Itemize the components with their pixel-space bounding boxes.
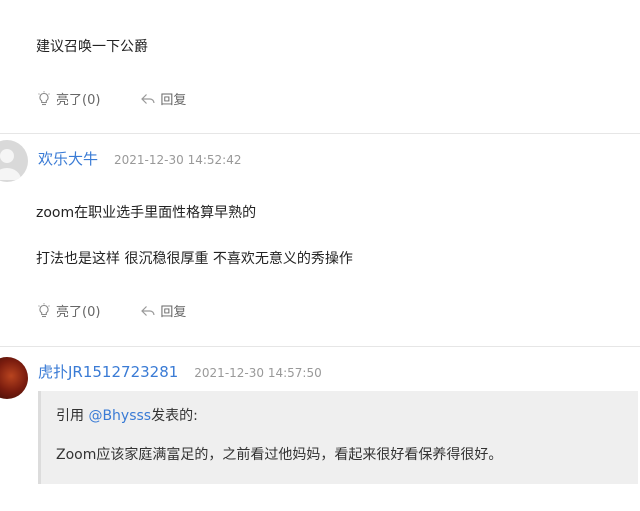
like-label: 亮了(0) (56, 93, 101, 108)
comment-meta: 虎扑JR1512723281 2021-12-30 14:57:50 (38, 361, 322, 382)
lightbulb-icon (38, 302, 50, 317)
quote-text: Zoom应该家庭满富足的，之前看过他妈妈，看起来很好看保养得很好。 (56, 447, 503, 463)
timestamp: 2021-12-30 14:52:42 (114, 153, 242, 167)
reply-button[interactable]: 回复 (140, 301, 186, 320)
timestamp: 2021-12-30 14:57:50 (194, 366, 322, 380)
username-link[interactable]: 虎扑JR1512723281 (38, 361, 178, 382)
quote-suffix: 发表的: (151, 408, 198, 424)
comment-text-line-1: zoom在职业选手里面性格算早熟的 (36, 205, 257, 221)
comment-1: 建议召唤一下公爵 亮了(0) 回复 (0, 0, 640, 132)
comment-actions: 亮了(0) 回复 (36, 301, 186, 320)
user-avatar-icon (0, 149, 21, 180)
like-label: 亮了(0) (56, 305, 101, 320)
like-button[interactable]: 亮了(0) (36, 89, 100, 108)
comment-meta: 欢乐大牛 2021-12-30 14:52:42 (38, 148, 241, 169)
comment-text: 建议召唤一下公爵 (36, 39, 148, 55)
quote-header: 引用 @Bhysss发表的: (56, 405, 198, 425)
comment-2: 欢乐大牛 2021-12-30 14:52:42 zoom在职业选手里面性格算早… (0, 134, 640, 346)
quoted-user-link[interactable]: @Bhysss (88, 408, 151, 424)
quote-prefix: 引用 (56, 408, 89, 424)
comment-text-line-2: 打法也是这样 很沉稳很厚重 不喜欢无意义的秀操作 (36, 251, 353, 267)
avatar[interactable] (0, 357, 28, 399)
like-button[interactable]: 亮了(0) (36, 301, 100, 320)
avatar[interactable] (0, 140, 28, 182)
reply-arrow-icon (141, 93, 156, 104)
reply-arrow-icon (141, 305, 156, 316)
reply-button[interactable]: 回复 (140, 89, 186, 108)
reply-label: 回复 (160, 93, 187, 108)
lightbulb-icon (38, 90, 50, 105)
quote-block: 引用 @Bhysss发表的: Zoom应该家庭满富足的，之前看过他妈妈，看起来很… (38, 391, 638, 484)
comment-actions: 亮了(0) 回复 (36, 89, 186, 108)
reply-label: 回复 (160, 305, 187, 320)
username-link[interactable]: 欢乐大牛 (38, 148, 98, 169)
